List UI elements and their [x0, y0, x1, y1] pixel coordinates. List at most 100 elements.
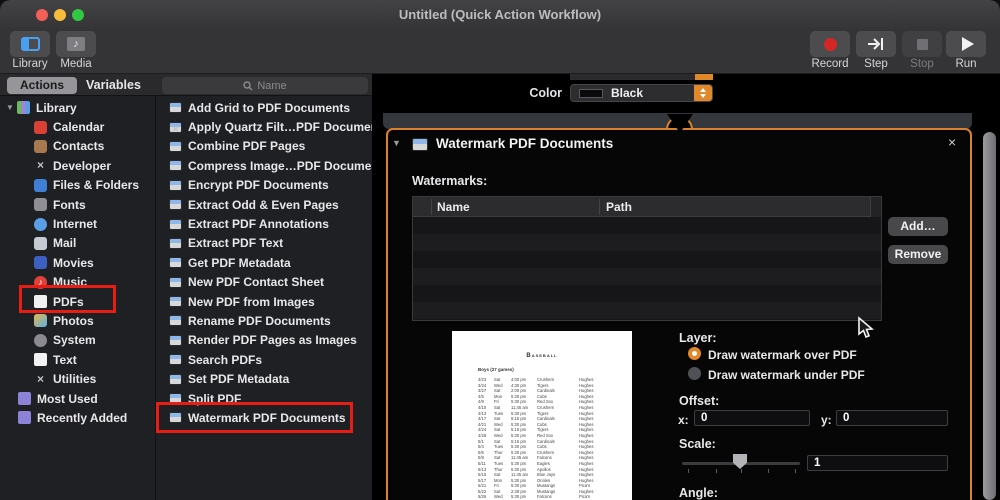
record-button[interactable] [810, 31, 850, 57]
action-item-label: Apply Quartz Filt…PDF Documents [188, 120, 389, 135]
radio-draw-over-pdf[interactable] [688, 347, 701, 360]
add-watermark-button[interactable]: Add… [888, 217, 948, 236]
watermarks-table[interactable]: Name Path [412, 196, 882, 321]
sidebar-item-label: Calendar [53, 120, 105, 135]
sidebar-item-label: Recently Added [37, 410, 128, 425]
stop-icon [916, 38, 928, 50]
sidebar-item-library[interactable]: ▼ Library [0, 98, 155, 117]
sidebar-item-icon [34, 314, 47, 328]
folder-icon [18, 411, 31, 425]
remove-watermark-button[interactable]: Remove [888, 245, 948, 264]
sidebar-item[interactable]: Utilities [0, 369, 155, 388]
watermarks-table-body-empty[interactable] [413, 217, 881, 320]
step-button[interactable] [856, 31, 896, 57]
action-item-label: Combine PDF Pages [188, 139, 306, 154]
library-books-icon [17, 101, 30, 115]
action-item[interactable]: Compress Image…PDF Documents [156, 156, 389, 175]
run-button[interactable] [946, 31, 986, 57]
sidebar-item-label: Library [36, 100, 77, 115]
sidebar-item[interactable]: Internet [0, 214, 155, 233]
sidebar-item-label: Photos [53, 313, 94, 328]
column-header-path[interactable]: Path [606, 200, 632, 214]
sidebar-item-icon [34, 333, 47, 347]
action-item-icon [169, 218, 182, 230]
popup-stepper-icon[interactable] [694, 85, 712, 101]
action-item[interactable]: Set PDF Metadata [156, 369, 372, 388]
layer-label: Layer: [679, 331, 717, 345]
action-item[interactable]: Apply Quartz Filt…PDF Documents [156, 117, 389, 136]
sidebar-item-label: Files & Folders [53, 178, 140, 193]
sidebar-item[interactable]: Movies [0, 253, 155, 272]
disclosure-triangle-icon[interactable]: ▼ [6, 103, 17, 112]
vertical-scrollbar[interactable] [983, 132, 996, 500]
search-input[interactable]: Name [162, 77, 368, 94]
sidebar-item[interactable]: Most Used [0, 389, 155, 408]
action-item-icon [169, 315, 182, 327]
sidebar-item[interactable]: Developer [0, 156, 155, 175]
workflow-connector-arrow-icon [667, 114, 693, 133]
color-popup-button[interactable]: Black [570, 84, 713, 102]
sidebar-item[interactable]: Files & Folders [0, 176, 155, 195]
sidebar-item[interactable]: Recently Added [0, 408, 155, 427]
sidebar-item-icon [34, 139, 47, 153]
action-item-label: New PDF Contact Sheet [188, 275, 325, 290]
card-disclosure-triangle-icon[interactable]: ▼ [392, 138, 401, 148]
action-item[interactable]: Search PDFs [156, 350, 372, 369]
tab-actions[interactable]: Actions [7, 77, 77, 94]
action-item-icon [169, 140, 182, 152]
record-icon [823, 37, 837, 51]
action-item-icon [169, 373, 182, 385]
radio-draw-over-label[interactable]: Draw watermark over PDF [708, 348, 857, 362]
action-item[interactable]: New PDF Contact Sheet [156, 273, 372, 292]
offset-x-label: x: [678, 413, 689, 427]
action-item[interactable]: New PDF from Images [156, 292, 372, 311]
actions-list: Add Grid to PDF Documents Apply Quartz F… [155, 96, 389, 500]
sidebar-item[interactable]: Photos [0, 311, 155, 330]
title-bar: Untitled (Quick Action Workflow) [0, 0, 1000, 28]
action-item[interactable]: Extract PDF Annotations [156, 214, 372, 233]
action-item[interactable]: Encrypt PDF Documents [156, 176, 372, 195]
action-item[interactable]: Render PDF Pages as Images [156, 331, 372, 350]
offset-y-input[interactable]: 0 [836, 410, 948, 426]
action-item-icon [169, 237, 182, 249]
sidebar-item[interactable]: System [0, 331, 155, 350]
action-item-icon [169, 160, 182, 172]
action-item-icon [169, 121, 182, 133]
sidebar-item[interactable]: Mail [0, 234, 155, 253]
library-toggle-button[interactable] [10, 31, 50, 57]
offset-x-input[interactable]: 0 [694, 410, 810, 426]
scale-value-input[interactable]: 1 [807, 455, 948, 471]
sidebar-item[interactable]: Contacts [0, 137, 155, 156]
sidebar-item-label: Utilities [53, 372, 97, 387]
tab-variables[interactable]: Variables [86, 77, 141, 94]
action-item[interactable]: Extract Odd & Even Pages [156, 195, 372, 214]
run-button-label: Run [955, 58, 977, 70]
connector-cover [663, 131, 697, 145]
action-item[interactable]: Get PDF Metadata [156, 253, 372, 272]
watermarks-table-header: Name Path [413, 197, 881, 217]
action-item-label: Set PDF Metadata [188, 372, 290, 387]
action-item-label: Get PDF Metadata [188, 255, 291, 270]
sidebar-smart-groups: Most Used Recently Added [0, 389, 155, 428]
sidebar-item[interactable]: Calendar [0, 117, 155, 136]
radio-draw-under-pdf[interactable] [688, 367, 701, 380]
card-close-icon[interactable]: × [948, 134, 956, 150]
sidebar-item[interactable]: Text [0, 350, 155, 369]
column-header-name[interactable]: Name [437, 200, 470, 214]
action-item[interactable]: Rename PDF Documents [156, 311, 372, 330]
sidebar-item-label: Fonts [53, 197, 86, 212]
radio-draw-under-label[interactable]: Draw watermark under PDF [708, 368, 865, 382]
action-item[interactable]: Combine PDF Pages [156, 137, 372, 156]
media-button[interactable]: ♪ [56, 31, 96, 57]
action-item[interactable]: Extract PDF Text [156, 234, 372, 253]
sidebar-item[interactable]: Fonts [0, 195, 155, 214]
action-item[interactable]: Add Grid to PDF Documents [156, 98, 372, 117]
preview-subtitle: Boys (27 games) [478, 367, 514, 372]
action-item-label: Add Grid to PDF Documents [188, 100, 350, 115]
step-icon [868, 38, 883, 50]
action-item-icon [169, 199, 182, 211]
sidebar-item-icon [34, 120, 47, 134]
sidebar-item-label: Internet [53, 217, 98, 232]
sidebar-item-label: Text [53, 352, 77, 367]
stop-button[interactable] [902, 31, 942, 57]
